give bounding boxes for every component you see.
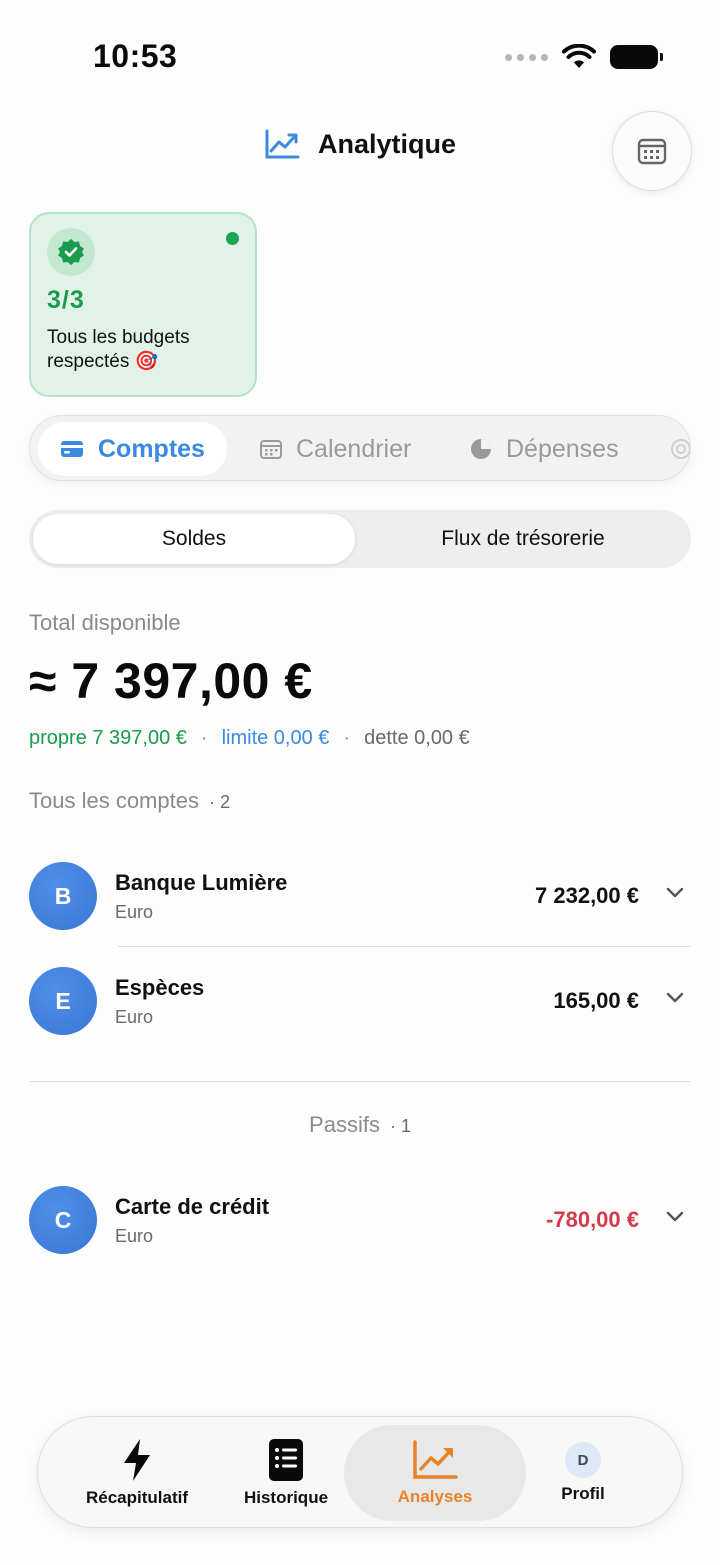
lightning-icon	[124, 1439, 150, 1481]
account-avatar: C	[29, 1186, 97, 1254]
nav-analyses[interactable]: Analyses	[344, 1425, 526, 1521]
page-header: Analytique	[264, 128, 456, 160]
total-amount: ≈ 7 397,00 €	[29, 653, 313, 709]
nav-historique[interactable]: Historique	[214, 1417, 358, 1529]
list-icon	[269, 1439, 303, 1481]
nav-label: Analyses	[397, 1487, 473, 1506]
verified-badge-icon	[47, 228, 95, 276]
chart-icon	[413, 1440, 458, 1479]
balance-mode-switch: Soldes Flux de trésorerie	[29, 510, 691, 568]
row-divider	[118, 946, 691, 947]
chevron-down-icon[interactable]	[665, 886, 685, 900]
analytics-chart-icon	[265, 129, 300, 159]
nav-recapitulatif[interactable]: Récapitulatif	[60, 1417, 214, 1529]
nav-profil[interactable]: D Profil	[528, 1417, 638, 1529]
status-icons	[505, 44, 663, 70]
bottom-nav: Récapitulatif Historique Analyses D Prof…	[37, 1416, 683, 1528]
calendar-icon	[637, 138, 667, 165]
liabilities-section-header: Passifs · 1	[0, 1112, 720, 1138]
balance-breakdown: propre 7 397,00 € · limite 0,00 € · dett…	[29, 727, 470, 750]
nav-label: Historique	[243, 1488, 329, 1507]
chevron-down-icon[interactable]	[665, 991, 685, 1005]
tab-label: Comptes	[98, 434, 205, 463]
account-name: Carte de crédit	[115, 1194, 270, 1219]
liability-row[interactable]: C Carte de crédit Euro -780,00 €	[29, 1186, 691, 1256]
account-currency: Euro	[115, 902, 154, 922]
account-amount: 7 232,00 €	[535, 883, 639, 908]
pie-chart-icon	[471, 439, 491, 459]
chevron-down-icon[interactable]	[665, 1210, 685, 1224]
account-avatar: B	[29, 862, 97, 930]
switch-soldes[interactable]: Soldes	[33, 514, 355, 564]
target-icon	[671, 439, 690, 459]
account-name: Banque Lumière	[115, 870, 288, 895]
section-count: · 2	[208, 792, 230, 812]
account-name: Espèces	[115, 975, 205, 1000]
budget-status-card[interactable]: 3/3 Tous les budgets respectés 🎯	[29, 212, 257, 397]
wifi-icon	[562, 44, 596, 68]
limit-amount: limite 0,00 €	[221, 727, 330, 749]
budget-text: Tous les budgets respectés 🎯	[47, 327, 190, 372]
page-title: Analytique	[318, 128, 457, 159]
switch-flux[interactable]: Flux de trésorerie	[359, 514, 687, 564]
separator: ·	[200, 727, 208, 749]
total-label: Total disponible	[29, 610, 181, 635]
account-row[interactable]: B Banque Lumière Euro 7 232,00 €	[29, 862, 691, 932]
status-dot	[226, 232, 239, 245]
section-count: · 1	[389, 1116, 411, 1136]
nav-label: Profil	[561, 1484, 605, 1503]
tab-label: Dépenses	[506, 434, 619, 463]
calendar-icon	[260, 440, 282, 459]
account-currency: Euro	[115, 1007, 154, 1027]
analytics-tabs: Comptes Calendrier Dépenses	[29, 415, 691, 481]
tab-more[interactable]	[670, 422, 690, 476]
account-avatar: E	[29, 967, 97, 1035]
battery-icon	[610, 45, 663, 69]
account-amount: 165,00 €	[553, 988, 639, 1013]
tab-label: Calendrier	[296, 434, 412, 463]
accounts-section-header: Tous les comptes · 2	[29, 788, 230, 814]
own-amount: propre 7 397,00 €	[29, 727, 187, 749]
debt-amount: dette 0,00 €	[364, 727, 470, 749]
card-icon	[61, 441, 83, 457]
tab-calendrier[interactable]: Calendrier	[260, 422, 411, 476]
avatar: D	[565, 1442, 601, 1478]
account-currency: Euro	[115, 1226, 154, 1246]
tab-comptes[interactable]: Comptes	[38, 422, 227, 476]
calendar-button[interactable]	[612, 111, 692, 191]
section-divider	[29, 1081, 691, 1082]
section-title: Passifs	[309, 1112, 380, 1137]
nav-label: Récapitulatif	[85, 1488, 189, 1507]
status-time: 10:53	[93, 38, 178, 74]
section-title: Tous les comptes	[29, 788, 199, 813]
tab-depenses[interactable]: Dépenses	[470, 422, 619, 476]
account-amount: -780,00 €	[546, 1207, 639, 1232]
separator: ·	[343, 727, 351, 749]
budget-count: 3/3	[47, 286, 85, 314]
account-row[interactable]: E Espèces Euro 165,00 €	[29, 967, 691, 1037]
signal-dots-icon	[505, 53, 548, 61]
